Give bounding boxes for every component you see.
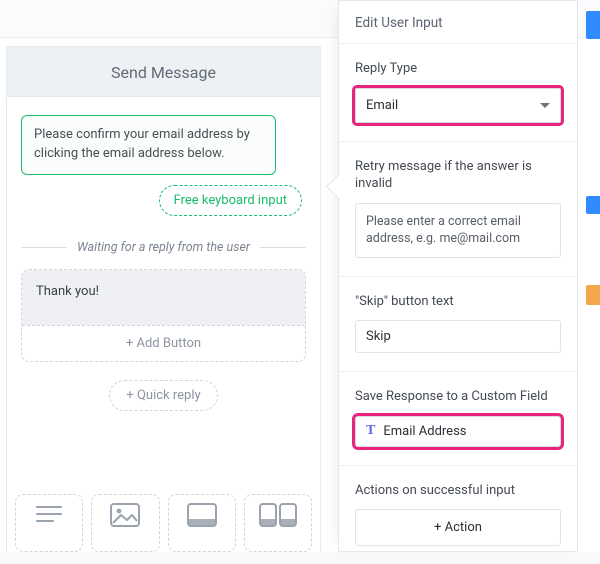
- free-input-row: Free keyboard input: [21, 185, 306, 216]
- content-type-card[interactable]: [168, 494, 236, 552]
- edge-chip-blue: [586, 196, 600, 214]
- section-skip-text: "Skip" button text Skip: [339, 277, 577, 373]
- divider-line: [260, 247, 306, 248]
- reply-type-label: Reply Type: [355, 60, 561, 78]
- reply-bubble-container: Thank you! + Add Button: [21, 269, 306, 362]
- actions-label: Actions on successful input: [355, 482, 561, 500]
- retry-message-input[interactable]: Please enter a correct email address, e.…: [355, 203, 561, 258]
- skip-label: "Skip" button text: [355, 293, 561, 311]
- reply-type-value: Email: [366, 98, 398, 113]
- content-type-image[interactable]: [91, 494, 159, 552]
- image-icon: [110, 503, 140, 527]
- section-custom-field: Save Response to a Custom Field T Email …: [339, 372, 577, 466]
- divider-line: [21, 247, 67, 248]
- text-lines-icon: [35, 503, 63, 525]
- custom-field-label: Save Response to a Custom Field: [355, 388, 561, 406]
- background-edge: [578, 0, 600, 552]
- retry-label: Retry message if the answer is invalid: [355, 158, 561, 193]
- section-reply-type: Reply Type Email: [339, 44, 577, 142]
- text-type-icon: T: [366, 424, 375, 438]
- panel-title: Edit User Input: [339, 1, 577, 44]
- edge-chip-orange: [586, 285, 600, 305]
- gallery-icon: [259, 503, 297, 527]
- content-type-row: [15, 494, 312, 552]
- add-button[interactable]: + Add Button: [22, 325, 305, 361]
- custom-field-select[interactable]: T Email Address: [355, 416, 561, 447]
- edit-user-input-panel: Edit User Input Reply Type Email Retry m…: [338, 0, 578, 552]
- reply-type-select[interactable]: Email: [355, 88, 561, 123]
- chevron-down-icon: [540, 103, 550, 108]
- quick-reply-button[interactable]: + Quick reply: [109, 380, 217, 411]
- chat-area: Please confirm your email address by cli…: [7, 97, 320, 224]
- card-icon: [187, 503, 217, 527]
- custom-field-value: Email Address: [383, 424, 466, 439]
- content-type-gallery[interactable]: [244, 494, 312, 552]
- thank-you-bubble[interactable]: Thank you!: [22, 270, 305, 325]
- section-retry-message: Retry message if the answer is invalid P…: [339, 142, 577, 277]
- free-keyboard-input-chip[interactable]: Free keyboard input: [159, 185, 302, 216]
- section-actions: Actions on successful input + Action: [339, 466, 577, 564]
- content-type-text[interactable]: [15, 494, 83, 552]
- message-builder: Send Message Please confirm your email a…: [6, 46, 321, 552]
- skip-text-input[interactable]: Skip: [355, 320, 561, 353]
- waiting-divider: Waiting for a reply from the user: [21, 240, 306, 255]
- confirm-message-bubble[interactable]: Please confirm your email address by cli…: [21, 115, 276, 175]
- send-message-header: Send Message: [7, 47, 320, 97]
- add-action-button[interactable]: + Action: [355, 509, 561, 546]
- waiting-text: Waiting for a reply from the user: [77, 240, 250, 255]
- quick-reply-row: + Quick reply: [7, 380, 320, 411]
